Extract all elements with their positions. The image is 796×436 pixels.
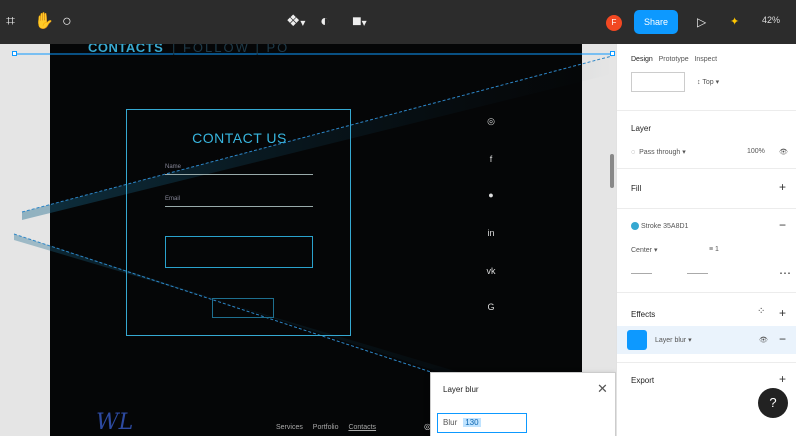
blur-value[interactable]: 130	[463, 418, 481, 427]
message-field[interactable]	[165, 236, 313, 268]
design-panel: Design Prototype Inspect ↕ Top ▾ Layer ◌…	[616, 44, 796, 436]
remove-stroke-icon[interactable]: −	[779, 218, 786, 232]
stroke-width-input[interactable]: ≡ 1	[709, 246, 719, 253]
frame-title: CONTACTS	[88, 44, 164, 55]
footer-links: Services Portfolio Contacts	[276, 424, 384, 431]
frame-icon[interactable]: ⌗	[6, 12, 15, 32]
divider	[617, 362, 796, 363]
stroke-width-value: 1	[715, 246, 719, 253]
component-icon[interactable]: ❖▾	[286, 12, 305, 34]
tab-inspect[interactable]: Inspect	[694, 56, 717, 63]
footer-link[interactable]: Services	[276, 424, 303, 431]
blur-input[interactable]: Blur 130	[437, 413, 527, 433]
constraint-widget[interactable]	[631, 72, 685, 92]
blend-mode-select[interactable]: ◌ Pass through ▾	[631, 148, 686, 156]
opacity-value[interactable]: 100%	[747, 148, 765, 155]
stroke-color-swatch[interactable]	[631, 222, 639, 230]
share-icon[interactable]: ■▾	[352, 12, 367, 34]
name-label: Name	[165, 164, 182, 170]
canvas[interactable]: CONTACTS | FOLLOW | PO CONTACT US Name E…	[0, 44, 616, 436]
footer-link[interactable]: Portfolio	[313, 424, 339, 431]
selection-handle[interactable]	[610, 51, 615, 56]
tab-design[interactable]: Design	[631, 56, 653, 63]
layer-heading: Layer	[631, 124, 652, 133]
help-button[interactable]: ?	[758, 388, 788, 418]
play-icon[interactable]: ▷	[697, 12, 706, 32]
footer-link[interactable]: Contacts	[348, 424, 376, 431]
effect-visibility-icon[interactable]: 👁	[759, 336, 768, 344]
fill-heading: Fill	[631, 184, 642, 193]
constraint-value: Top	[702, 79, 714, 86]
vk-icon[interactable]: vk	[486, 266, 496, 276]
close-icon[interactable]: ✕	[597, 381, 608, 397]
add-fill-icon[interactable]: +	[779, 180, 786, 194]
add-export-icon[interactable]: +	[779, 372, 786, 386]
share-button[interactable]: Share	[634, 10, 678, 34]
stroke-style-row[interactable]: ——— ———	[631, 270, 708, 277]
hand-icon[interactable]: ✋	[34, 12, 54, 32]
facebook-icon[interactable]: f	[486, 154, 496, 164]
linkedin-icon[interactable]: in	[486, 228, 496, 238]
name-field[interactable]: Name	[165, 164, 313, 175]
send-button[interactable]	[212, 298, 274, 318]
selection-handle[interactable]	[12, 51, 17, 56]
export-heading: Export	[631, 376, 655, 385]
stroke-color-value[interactable]: 35A8D1	[663, 223, 688, 230]
effect-settings-icon[interactable]	[627, 330, 647, 350]
blur-prefix: Blur	[443, 418, 458, 427]
contact-title: CONTACT US	[192, 130, 287, 146]
more-icon[interactable]: ⋯	[779, 266, 791, 280]
contact-form-box[interactable]: CONTACT US Name Email	[126, 109, 351, 336]
book-icon[interactable]: ✦	[730, 12, 739, 32]
visibility-icon[interactable]: 👁	[779, 148, 788, 156]
frame-title-ghost: | FOLLOW | PO	[172, 44, 290, 55]
effects-heading: Effects	[631, 310, 656, 319]
instagram-icon[interactable]: ◎	[486, 116, 496, 127]
panel-tabs: Design Prototype Inspect	[631, 56, 717, 63]
tab-prototype[interactable]: Prototype	[659, 56, 689, 63]
layer-blur-popup: Layer blur ✕ Blur 130	[430, 372, 616, 436]
remove-effect-icon[interactable]: −	[779, 332, 786, 346]
stroke-heading: Stroke	[640, 222, 662, 230]
popup-title: Layer blur	[443, 385, 479, 394]
effect-name[interactable]: Layer blur ▾	[655, 336, 692, 344]
dribbble-icon[interactable]: ●	[486, 190, 496, 200]
add-effect-icon[interactable]: +	[779, 306, 786, 320]
stroke-row[interactable]: Stroke 35A8D1	[631, 222, 688, 230]
email-field[interactable]: Email	[165, 196, 313, 207]
stroke-position-value: Center	[631, 247, 653, 254]
effect-row[interactable]: Layer blur ▾ 👁 −	[617, 326, 796, 354]
stroke-position-select[interactable]: Center ▾	[631, 246, 657, 254]
divider	[617, 168, 796, 169]
vertical-scrollbar[interactable]	[610, 154, 614, 188]
google-icon[interactable]: G	[486, 302, 496, 312]
contrast-icon[interactable]: ◐	[320, 12, 330, 32]
divider	[617, 292, 796, 293]
top-toolbar: ⌗ ✋ ○ ❖▾ ◐ ■▾ F Share ▷ ✦ 42%	[0, 0, 796, 44]
blend-mode-value: Pass through	[639, 149, 681, 156]
divider	[617, 110, 796, 111]
avatar[interactable]: F	[606, 15, 622, 31]
constraint-select[interactable]: ↕ Top ▾	[697, 78, 719, 86]
logo: WL	[96, 410, 134, 435]
divider	[617, 208, 796, 209]
comment-icon[interactable]: ○	[62, 12, 72, 32]
zoom-level[interactable]: 42%	[762, 15, 780, 25]
email-label: Email	[165, 196, 181, 202]
effects-style-icon[interactable]: ⁘	[757, 306, 765, 317]
effect-name-label: Layer blur	[655, 337, 687, 344]
